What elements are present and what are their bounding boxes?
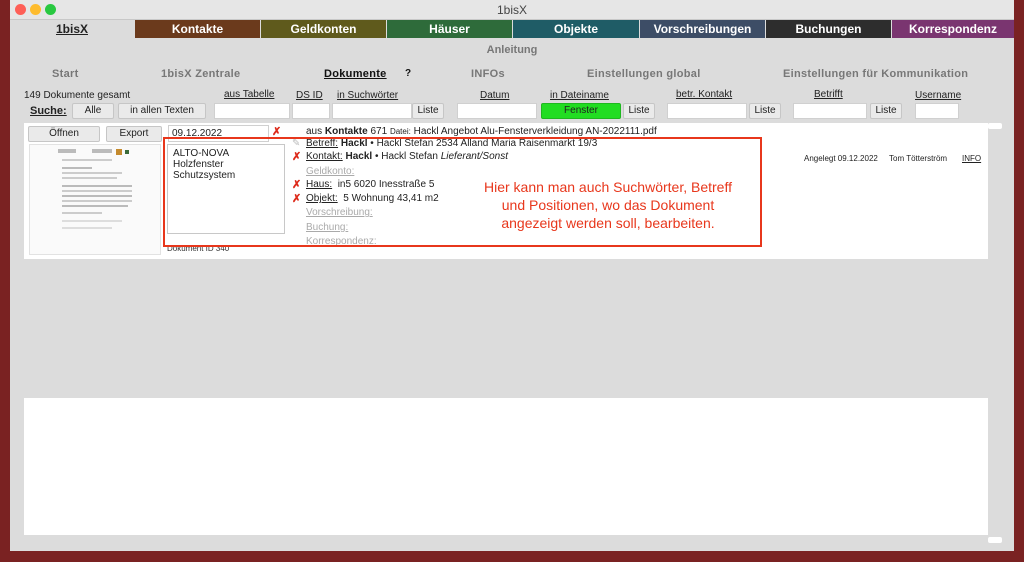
betr-kontakt-input[interactable]: [667, 103, 747, 119]
tab-vorschreibungen[interactable]: Vorschreibungen: [640, 20, 765, 38]
document-thumbnail[interactable]: [29, 144, 161, 255]
filter-suchwoerter-label[interactable]: in Suchwörter: [337, 90, 398, 101]
tab-home[interactable]: 1bisX: [10, 20, 134, 38]
source-nr: 671: [370, 126, 388, 137]
betrifft-liste-button[interactable]: Liste: [870, 103, 902, 119]
source-prefix: aus: [306, 126, 323, 137]
filter-ds-id-label[interactable]: DS ID: [296, 90, 323, 101]
nav-infos[interactable]: INFOs: [471, 68, 505, 80]
alle-button[interactable]: Alle: [72, 103, 114, 119]
suche-label: Suche:: [30, 105, 67, 117]
filter-betrifft-label[interactable]: Betrifft: [814, 89, 843, 100]
tab-kontakte[interactable]: Kontakte: [135, 20, 260, 38]
filter-datum-label[interactable]: Datum: [480, 90, 509, 101]
kontakt-liste-button[interactable]: Liste: [749, 103, 781, 119]
info-link[interactable]: INFO: [962, 154, 981, 163]
file-name[interactable]: Hackl Angebot Alu-Fensterverkleidung AN-…: [414, 126, 657, 137]
suchwoerter-input[interactable]: [332, 103, 412, 119]
annotation-line: angezeigt werden soll, bearbeiten.: [501, 215, 715, 231]
nav-dokumente[interactable]: Dokumente: [324, 68, 387, 80]
app-window: 1bisX 1bisX Kontakte Geldkonten Häuser O…: [10, 0, 1014, 551]
filter-betr-kontakt-label[interactable]: betr. Kontakt: [676, 89, 732, 100]
nav-zentrale[interactable]: 1bisX Zentrale: [161, 68, 240, 80]
tab-buchungen[interactable]: Buchungen: [766, 20, 891, 38]
datum-input[interactable]: [457, 103, 537, 119]
created-by-user: Tom Tötterström: [889, 154, 948, 163]
nav-einstellungen-global[interactable]: Einstellungen global: [587, 68, 701, 80]
filter-dateiname-label[interactable]: in Dateiname: [550, 90, 609, 101]
scroll-handle-top[interactable]: [988, 123, 1002, 129]
document-count: 149 Dokumente gesamt: [24, 90, 131, 101]
filter-username-label[interactable]: Username: [915, 90, 961, 101]
anleitung-link[interactable]: Anleitung: [10, 44, 1014, 56]
nav-einstellungen-kommunikation[interactable]: Einstellungen für Kommunikation: [783, 68, 968, 80]
source-table[interactable]: Kontakte: [325, 126, 368, 137]
suchwoerter-liste-button[interactable]: Liste: [412, 103, 444, 119]
in-allen-texten-button[interactable]: in allen Texten: [118, 103, 206, 119]
window-title: 1bisX: [496, 3, 528, 17]
username-input[interactable]: [915, 103, 959, 119]
angelegt-date: Angelegt 09.12.2022: [804, 154, 878, 163]
tab-korrespondenz[interactable]: Korrespondenz: [892, 20, 1014, 38]
ds-id-input[interactable]: [292, 103, 330, 119]
aus-tabelle-input[interactable]: [214, 103, 290, 119]
fenster-button[interactable]: Fenster: [541, 103, 621, 119]
nav-start[interactable]: Start: [52, 68, 79, 80]
file-label: Datei:: [389, 127, 411, 136]
tab-geldkonten[interactable]: Geldkonten: [261, 20, 386, 38]
export-button[interactable]: Export: [106, 126, 162, 142]
scroll-handle-bottom[interactable]: [988, 537, 1002, 543]
annotation-line: Hier kann man auch Suchwörter, Betreff: [484, 179, 732, 195]
source-line: aus Kontakte 671 Datei: Hackl Angebot Al…: [306, 126, 657, 137]
tab-haeuser[interactable]: Häuser: [387, 20, 512, 38]
annotation-text: Hier kann man auch Suchwörter, Betreff u…: [450, 178, 766, 232]
annotation-line: und Positionen, wo das Dokument: [501, 197, 715, 213]
title-bar: 1bisX: [10, 0, 1014, 20]
dateiname-liste-button[interactable]: Liste: [623, 103, 655, 119]
oeffnen-button[interactable]: Öffnen: [28, 126, 100, 142]
help-link[interactable]: ?: [405, 68, 411, 79]
filter-aus-tabelle-label[interactable]: aus Tabelle: [224, 89, 274, 100]
betrifft-input[interactable]: [793, 103, 867, 119]
document-preview-icon: [58, 149, 132, 229]
detail-panel: [24, 398, 988, 535]
tab-objekte[interactable]: Objekte: [513, 20, 639, 38]
